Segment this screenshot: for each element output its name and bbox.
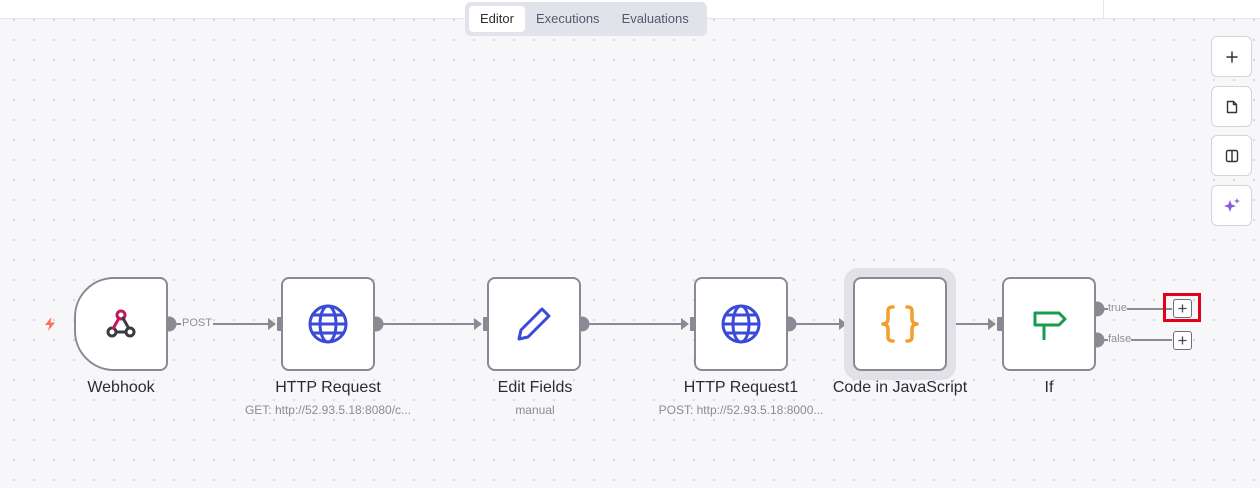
webhook-method-label: POST: [181, 317, 213, 329]
node-http-request1[interactable]: [694, 277, 788, 371]
webhook-icon: [106, 309, 136, 338]
trigger-bolt-icon: [45, 317, 55, 331]
node-title-edit-fields: Edit Fields: [497, 379, 573, 396]
node-webhook[interactable]: [74, 277, 168, 371]
globe-icon: [308, 304, 348, 344]
add-node-false-button[interactable]: [1173, 331, 1192, 350]
node-title-http-request: HTTP Request: [275, 379, 381, 396]
if-false-label: false: [1108, 333, 1132, 345]
node-subtitle-edit-fields: manual: [515, 403, 555, 417]
if-true-label: true: [1108, 302, 1127, 314]
signpost-icon: [1033, 311, 1067, 340]
node-edit-fields[interactable]: [487, 277, 581, 371]
globe-icon: [721, 304, 761, 344]
braces-icon: [881, 305, 919, 343]
node-code-in-javascript[interactable]: [853, 277, 947, 371]
node-if[interactable]: [1002, 277, 1096, 371]
plus-icon: [1178, 336, 1187, 345]
highlight-box: [1163, 293, 1201, 322]
node-title-if: If: [1044, 379, 1054, 396]
pencil-icon: [517, 307, 551, 341]
node-http-request[interactable]: [281, 277, 375, 371]
node-title-webhook: Webhook: [87, 379, 155, 396]
node-subtitle-http-request1: POST: http://52.93.5.18:8000...: [658, 403, 824, 417]
node-subtitle-http-request: GET: http://52.93.5.18:8080/c...: [244, 403, 412, 417]
